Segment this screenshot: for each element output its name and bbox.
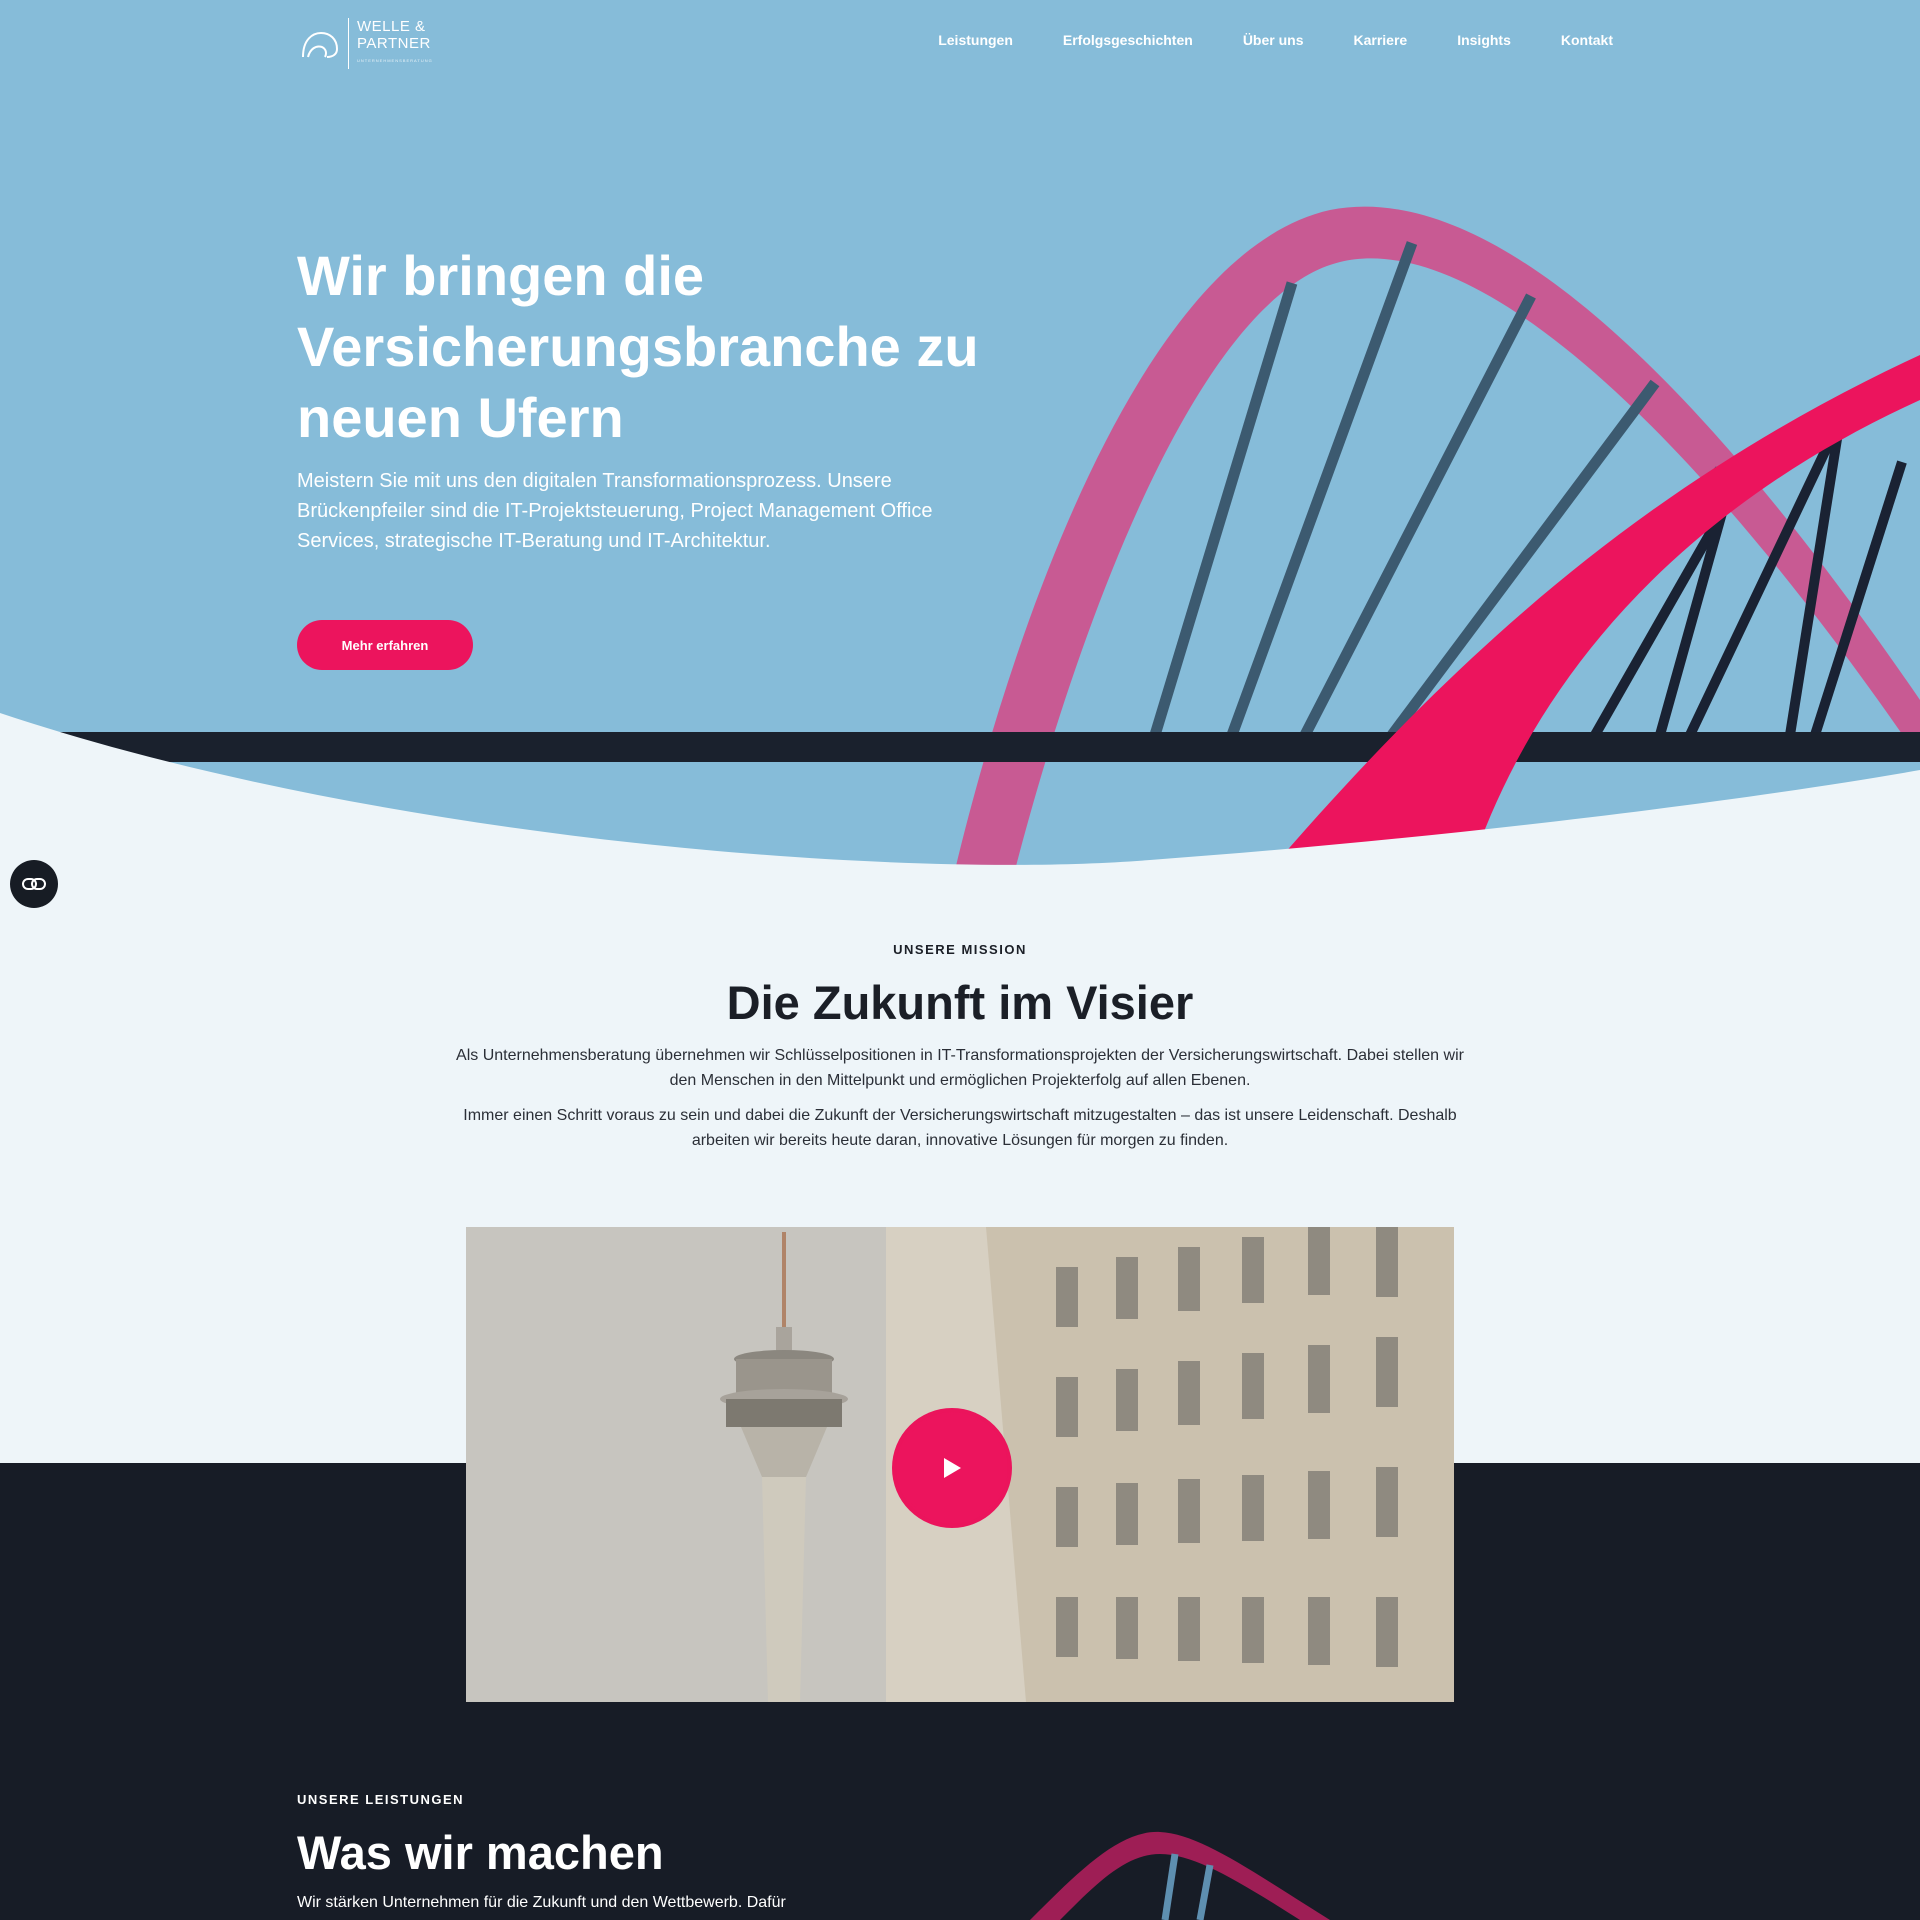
floating-link-button[interactable] bbox=[10, 860, 58, 908]
brand-line2: PARTNER bbox=[357, 35, 431, 52]
play-button[interactable] bbox=[892, 1408, 1012, 1528]
nav-insights[interactable]: Insights bbox=[1457, 32, 1511, 48]
nav-ueber-uns[interactable]: Über uns bbox=[1243, 32, 1304, 48]
link-icon bbox=[22, 878, 46, 890]
services-kicker: UNSERE LEISTUNGEN bbox=[297, 1792, 465, 1807]
nav-karriere[interactable]: Karriere bbox=[1354, 32, 1408, 48]
hero-section: WELLE & PARTNER UNTERNEHMENSBERATUNG Lei… bbox=[0, 0, 1920, 870]
mission-paragraph-2: Immer einen Schritt voraus zu sein und d… bbox=[463, 1107, 1457, 1149]
brand-line1: WELLE & bbox=[357, 18, 426, 35]
play-icon bbox=[944, 1458, 961, 1478]
brand-logo[interactable]: WELLE & PARTNER UNTERNEHMENSBERATUNG bbox=[300, 18, 433, 69]
nav-kontakt[interactable]: Kontakt bbox=[1561, 32, 1613, 48]
wave-logo-icon bbox=[302, 31, 339, 58]
brand-tagline: UNTERNEHMENSBERATUNG bbox=[357, 58, 433, 63]
main-nav: Leistungen Erfolgsgeschichten Über uns K… bbox=[938, 32, 1613, 48]
video-player[interactable] bbox=[466, 1227, 1454, 1702]
nav-leistungen[interactable]: Leistungen bbox=[938, 32, 1013, 48]
hero-title: Wir bringen die Versicherungsbranche zu … bbox=[297, 244, 979, 449]
services-text: Wir stärken Unternehmen für die Zukunft … bbox=[297, 1894, 786, 1911]
services-title: Was wir machen bbox=[297, 1826, 664, 1879]
mission-title: Die Zukunft im Visier bbox=[726, 976, 1194, 1029]
mission-kicker: UNSERE MISSION bbox=[893, 942, 1027, 957]
hero-subtitle: Meistern Sie mit uns den digitalen Trans… bbox=[297, 470, 933, 552]
nav-erfolgsgeschichten[interactable]: Erfolgsgeschichten bbox=[1063, 32, 1193, 48]
brand-wordmark: WELLE & PARTNER UNTERNEHMENSBERATUNG bbox=[348, 18, 433, 69]
mehr-erfahren-button[interactable]: Mehr erfahren bbox=[297, 620, 473, 670]
bridge-illustration-small bbox=[1030, 1831, 1330, 1920]
mission-paragraph-1: Als Unternehmensberatung übernehmen wir … bbox=[456, 1047, 1464, 1089]
